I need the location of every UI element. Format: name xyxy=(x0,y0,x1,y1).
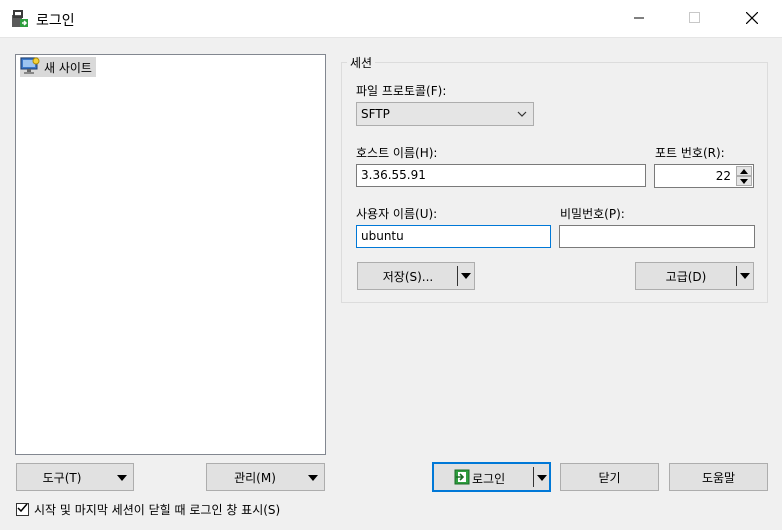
port-label: 포트 번호(R): xyxy=(655,146,725,160)
new-site-monitor-icon xyxy=(20,57,40,78)
help-button[interactable]: 도움말 xyxy=(669,463,768,491)
help-label: 도움말 xyxy=(701,470,736,485)
manage-label: 관리(M) xyxy=(234,470,276,485)
password-label: 비밀번호(P): xyxy=(560,207,625,221)
maximize-button[interactable] xyxy=(671,0,717,38)
protocol-label: 파일 프로토콜(F): xyxy=(356,84,447,98)
minimize-button[interactable] xyxy=(616,0,662,38)
session-group-title: 세션 xyxy=(347,54,376,71)
port-up-button[interactable] xyxy=(736,166,752,176)
title-bar: 로그인 xyxy=(0,0,782,38)
port-value: 22 xyxy=(715,169,731,183)
advanced-label: 고급(D) xyxy=(665,269,707,284)
show-login-checkbox-label: 시작 및 마지막 세션이 닫힐 때 로그인 창 표시(S) xyxy=(34,502,281,517)
tree-item-label: 새 사이트 xyxy=(44,60,92,75)
tools-label: 도구(T) xyxy=(42,470,82,485)
host-input[interactable]: 3.36.55.91 xyxy=(356,164,646,187)
manage-button[interactable]: 관리(M) xyxy=(206,463,325,491)
save-dropdown-icon[interactable] xyxy=(458,269,474,283)
username-label: 사용자 이름(U): xyxy=(356,207,438,221)
port-down-button[interactable] xyxy=(736,176,752,186)
login-dropdown-icon[interactable] xyxy=(534,471,550,485)
login-icon xyxy=(454,469,470,488)
chevron-down-icon xyxy=(517,108,527,122)
username-input[interactable]: ubuntu xyxy=(356,225,551,248)
chevron-down-icon xyxy=(306,471,320,485)
advanced-dropdown-icon[interactable] xyxy=(737,269,753,283)
protocol-select[interactable]: SFTP xyxy=(356,102,534,126)
tree-item-new-site[interactable]: 새 사이트 xyxy=(20,57,96,77)
window-title: 로그인 xyxy=(36,13,75,29)
advanced-button[interactable]: 고급(D) xyxy=(635,262,754,290)
show-login-checkbox[interactable] xyxy=(16,502,29,516)
close-window-button[interactable] xyxy=(729,0,775,38)
minimize-icon xyxy=(634,12,644,26)
checkmark-icon xyxy=(17,502,28,516)
tools-button[interactable]: 도구(T) xyxy=(16,463,134,491)
chevron-down-icon xyxy=(115,471,129,485)
winscp-login-icon xyxy=(10,9,30,29)
login-label: 로그인 xyxy=(472,472,506,486)
close-icon xyxy=(745,11,759,27)
save-label: 저장(S)... xyxy=(382,269,434,284)
protocol-value: SFTP xyxy=(361,107,390,121)
save-button[interactable]: 저장(S)... xyxy=(357,262,475,290)
site-tree[interactable]: 새 사이트 xyxy=(15,54,326,455)
close-button[interactable]: 닫기 xyxy=(560,463,659,491)
password-input[interactable] xyxy=(559,225,755,248)
login-button[interactable]: 로그인 xyxy=(432,462,551,492)
close-label: 닫기 xyxy=(598,470,621,485)
show-login-checkbox-row[interactable]: 시작 및 마지막 세션이 닫힐 때 로그인 창 표시(S) xyxy=(16,500,280,518)
port-stepper[interactable]: 22 xyxy=(654,164,754,188)
maximize-icon xyxy=(688,12,700,26)
host-label: 호스트 이름(H): xyxy=(356,146,438,160)
